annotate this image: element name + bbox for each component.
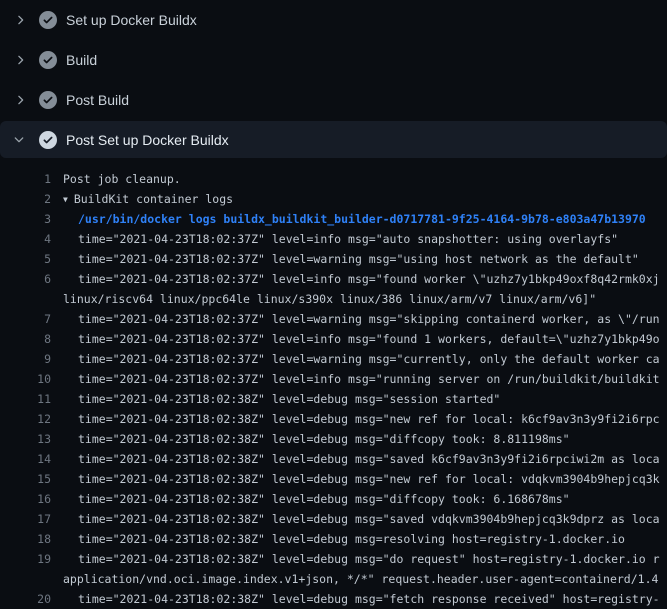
log-line: 10 time="2021-04-23T18:02:37Z" level=inf…: [0, 369, 667, 389]
step-header-set-up-docker-buildx[interactable]: Set up Docker Buildx: [0, 0, 667, 40]
check-circle-icon: [39, 11, 57, 29]
log-line-text: /usr/bin/docker logs buildx_buildkit_bui…: [78, 209, 646, 229]
log-line-number[interactable]: 17: [0, 509, 51, 529]
chevron-down-icon: [12, 132, 28, 148]
log-line: 13 time="2021-04-23T18:02:38Z" level=deb…: [0, 429, 667, 449]
chevron-right-icon: [12, 12, 28, 28]
log-line: 20 time="2021-04-23T18:02:38Z" level=deb…: [0, 589, 667, 609]
log-line: 11 time="2021-04-23T18:02:38Z" level=deb…: [0, 389, 667, 409]
step-title: Set up Docker Buildx: [66, 12, 197, 28]
log-group-header[interactable]: 2 ▼BuildKit container logs: [0, 189, 667, 209]
log-line-text: time="2021-04-23T18:02:38Z" level=debug …: [78, 449, 660, 469]
chevron-right-icon: [12, 52, 28, 68]
step-title: Post Set up Docker Buildx: [66, 132, 229, 148]
log-line-text: time="2021-04-23T18:02:37Z" level=info m…: [78, 269, 660, 289]
log-line-text: time="2021-04-23T18:02:38Z" level=debug …: [78, 529, 625, 549]
log-line-number[interactable]: 20: [0, 589, 51, 609]
log-line-text: time="2021-04-23T18:02:38Z" level=debug …: [78, 509, 660, 529]
log-line-text: time="2021-04-23T18:02:37Z" level=info m…: [78, 229, 618, 249]
log-line: 4 time="2021-04-23T18:02:37Z" level=info…: [0, 229, 667, 249]
log-line: 12 time="2021-04-23T18:02:38Z" level=deb…: [0, 409, 667, 429]
log-line: 3 /usr/bin/docker logs buildx_buildkit_b…: [0, 209, 667, 229]
log-line: 7 time="2021-04-23T18:02:37Z" level=warn…: [0, 309, 667, 329]
log-line-text: time="2021-04-23T18:02:37Z" level=warnin…: [78, 309, 660, 329]
log-line-text: time="2021-04-23T18:02:37Z" level=info m…: [78, 329, 660, 349]
log-line-number[interactable]: 5: [0, 249, 51, 269]
log-line-number[interactable]: 9: [0, 349, 51, 369]
log-line: 5 time="2021-04-23T18:02:37Z" level=warn…: [0, 249, 667, 269]
log-line: linux/riscv64 linux/ppc64le linux/s390x …: [0, 289, 667, 309]
log-line-number[interactable]: 1: [0, 169, 51, 189]
log-line: application/vnd.oci.image.index.v1+json,…: [0, 569, 667, 589]
log-line: 6 time="2021-04-23T18:02:37Z" level=info…: [0, 269, 667, 289]
step-header-post-build[interactable]: Post Build: [0, 80, 667, 120]
log-line: 18 time="2021-04-23T18:02:38Z" level=deb…: [0, 529, 667, 549]
log-line-text: linux/riscv64 linux/ppc64le linux/s390x …: [63, 289, 596, 309]
log-line: 15 time="2021-04-23T18:02:38Z" level=deb…: [0, 469, 667, 489]
log-line-number[interactable]: 6: [0, 269, 51, 289]
log-line: 19 time="2021-04-23T18:02:38Z" level=deb…: [0, 549, 667, 569]
log-line-number[interactable]: [0, 289, 51, 309]
log-line-text: time="2021-04-23T18:02:38Z" level=debug …: [78, 489, 570, 509]
log-line-text: time="2021-04-23T18:02:38Z" level=debug …: [78, 389, 500, 409]
log-line-number[interactable]: 19: [0, 549, 51, 569]
log-line-number[interactable]: 15: [0, 469, 51, 489]
log-line-number[interactable]: 2: [0, 189, 51, 209]
log-line-number[interactable]: 4: [0, 229, 51, 249]
log-line-number[interactable]: 3: [0, 209, 51, 229]
step-header-build[interactable]: Build: [0, 40, 667, 80]
log-line-text: time="2021-04-23T18:02:37Z" level=warnin…: [78, 249, 639, 269]
log-line-number[interactable]: 16: [0, 489, 51, 509]
log-line-text: application/vnd.oci.image.index.v1+json,…: [63, 569, 658, 589]
log-line: 9 time="2021-04-23T18:02:37Z" level=warn…: [0, 349, 667, 369]
log-line-number[interactable]: 8: [0, 329, 51, 349]
group-collapse-triangle-icon[interactable]: ▼: [63, 190, 68, 210]
log-line: 14 time="2021-04-23T18:02:38Z" level=deb…: [0, 449, 667, 469]
log-line-text: ▼BuildKit container logs: [63, 189, 233, 209]
log-line-number[interactable]: 7: [0, 309, 51, 329]
log-area: 1 Post job cleanup. 2 ▼BuildKit containe…: [0, 158, 667, 609]
check-circle-icon: [39, 51, 57, 69]
log-line-text: time="2021-04-23T18:02:38Z" level=debug …: [78, 589, 660, 609]
log-line-number[interactable]: [0, 569, 51, 589]
steps-list: Set up Docker Buildx Build: [0, 0, 667, 158]
log-line: 16 time="2021-04-23T18:02:38Z" level=deb…: [0, 489, 667, 509]
log-line-text: time="2021-04-23T18:02:38Z" level=debug …: [78, 429, 570, 449]
log-line-text: Post job cleanup.: [63, 169, 181, 189]
step-title: Build: [66, 52, 97, 68]
log-line-text: time="2021-04-23T18:02:38Z" level=debug …: [78, 409, 660, 429]
step-header-post-set-up-docker-buildx[interactable]: Post Set up Docker Buildx: [0, 121, 667, 158]
log-line-number[interactable]: 18: [0, 529, 51, 549]
check-circle-icon: [39, 131, 57, 149]
log-line: 1 Post job cleanup.: [0, 169, 667, 189]
log-line: 8 time="2021-04-23T18:02:37Z" level=info…: [0, 329, 667, 349]
log-line-number[interactable]: 14: [0, 449, 51, 469]
step-title: Post Build: [66, 92, 129, 108]
log-line-number[interactable]: 10: [0, 369, 51, 389]
log-line-number[interactable]: 13: [0, 429, 51, 449]
log-line-number[interactable]: 12: [0, 409, 51, 429]
chevron-right-icon: [12, 92, 28, 108]
log-line-text: time="2021-04-23T18:02:37Z" level=warnin…: [78, 349, 660, 369]
log-line-text: time="2021-04-23T18:02:38Z" level=debug …: [78, 549, 660, 569]
log-line-number[interactable]: 11: [0, 389, 51, 409]
log-line-text: time="2021-04-23T18:02:38Z" level=debug …: [78, 469, 660, 489]
log-line: 17 time="2021-04-23T18:02:38Z" level=deb…: [0, 509, 667, 529]
log-line-text: time="2021-04-23T18:02:37Z" level=info m…: [78, 369, 660, 389]
check-circle-icon: [39, 91, 57, 109]
